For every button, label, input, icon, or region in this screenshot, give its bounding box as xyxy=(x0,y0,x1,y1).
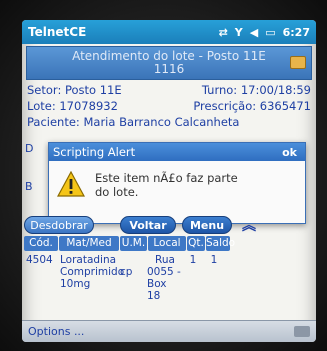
prescricao-value: 6365471 xyxy=(259,99,311,113)
cell-matmed-line3: 10mg xyxy=(60,278,91,290)
app-title: TelnetCE xyxy=(28,25,87,39)
title-bar: TelnetCE ⇄ Y ◀ ▭ 6:27 xyxy=(22,20,316,44)
table-header: Cód. Mat/Med U.M. Local Qt. Saldo xyxy=(24,236,316,251)
device-screen: TelnetCE ⇄ Y ◀ ▭ 6:27 Atendimento do lot… xyxy=(22,20,316,342)
collapse-chevron-icon[interactable]: ︽ xyxy=(242,215,256,235)
volume-icon: ◀ xyxy=(249,25,259,39)
header-um: U.M. xyxy=(120,236,147,251)
lote-value: 17078932 xyxy=(59,99,118,113)
signal-icon: Y xyxy=(234,25,243,39)
table-row[interactable]: 4504 Loratadina Comprimido 10mg cp Rua 0… xyxy=(24,254,316,302)
alert-title-bar: Scripting Alert ok xyxy=(49,143,305,161)
alert-message-line2: do lote. xyxy=(95,185,139,199)
folder-icon[interactable] xyxy=(290,56,306,69)
cell-local-line2: 0055 - xyxy=(147,266,181,278)
cell-local-line1: Rua xyxy=(155,254,175,266)
turno-label: Turno: xyxy=(201,83,238,97)
setor-row: Setor: Posto 11E Turno: 17:00/18:59 xyxy=(27,82,311,98)
cell-matmed-line1: Loratadina xyxy=(60,254,117,266)
items-table: Cód. Mat/Med U.M. Local Qt. Saldo 4504 L… xyxy=(24,236,316,302)
cell-cod: 4504 xyxy=(26,254,53,266)
cell-saldo: 1 xyxy=(210,254,218,266)
cell-local: Rua 0055 - Box 18 xyxy=(145,254,183,302)
voltar-button[interactable]: Voltar xyxy=(120,216,176,234)
keyboard-icon[interactable] xyxy=(294,326,310,337)
banner-line2: 1116 xyxy=(153,62,185,76)
lote-row: Lote: 17078932 Prescrição: 6365471 xyxy=(27,98,311,114)
action-buttons: Desdobrar Voltar Menu ︽ xyxy=(24,215,316,235)
alert-message-line1: Este item nÃ£o faz parte xyxy=(95,171,238,185)
setor-label: Setor: xyxy=(27,83,62,97)
paciente-value: Maria Barranco Calcanheta xyxy=(83,115,240,129)
status-icons: ⇄ Y ◀ ▭ 6:27 xyxy=(219,26,310,39)
warning-icon xyxy=(56,170,86,197)
prescricao-label: Prescrição: xyxy=(193,99,257,113)
bottom-menu-bar: Options ... xyxy=(22,320,316,342)
desdobrar-button[interactable]: Desdobrar xyxy=(24,216,94,234)
header-qt: Qt. xyxy=(187,236,205,251)
paciente-label: Paciente: xyxy=(27,115,80,129)
cell-qt: 1 xyxy=(189,254,197,266)
info-panel: Setor: Posto 11E Turno: 17:00/18:59 Lote… xyxy=(22,80,316,132)
header-local: Local xyxy=(148,236,186,251)
scripting-alert-dialog: Scripting Alert ok Este item nÃ£o faz pa… xyxy=(48,142,306,224)
alert-ok-button[interactable]: ok xyxy=(278,146,301,159)
partial-label-d: D xyxy=(25,142,34,155)
header-matmed: Mat/Med xyxy=(59,236,119,251)
header-cod: Cód. xyxy=(24,236,58,251)
cell-matmed-line2: Comprimido xyxy=(60,266,125,278)
cell-um: cp xyxy=(120,266,133,278)
alert-message: Este item nÃ£o faz parte do lote. xyxy=(95,171,238,199)
setor-value: Posto 11E xyxy=(64,83,122,97)
clock-time: 6:27 xyxy=(282,25,310,39)
cell-local-line3: Box 18 xyxy=(147,278,167,302)
partial-label-b: B xyxy=(25,180,33,193)
battery-icon: ▭ xyxy=(265,25,276,39)
sync-icon: ⇄ xyxy=(218,25,228,39)
options-menu[interactable]: Options ... xyxy=(28,325,84,338)
cell-matmed: Loratadina Comprimido 10mg xyxy=(58,254,125,302)
lote-label: Lote: xyxy=(27,99,56,113)
alert-title: Scripting Alert xyxy=(53,145,136,159)
alert-body: Este item nÃ£o faz parte do lote. xyxy=(49,161,305,209)
paciente-row: Paciente: Maria Barranco Calcanheta xyxy=(27,114,311,130)
menu-button[interactable]: Menu xyxy=(182,216,232,234)
header-banner: Atendimento do lote - Posto 11E 1116 xyxy=(26,46,312,80)
device-bezel: TelnetCE ⇄ Y ◀ ▭ 6:27 Atendimento do lot… xyxy=(0,0,327,351)
turno-value: 17:00/18:59 xyxy=(240,83,311,97)
header-saldo: Saldo xyxy=(206,236,236,251)
